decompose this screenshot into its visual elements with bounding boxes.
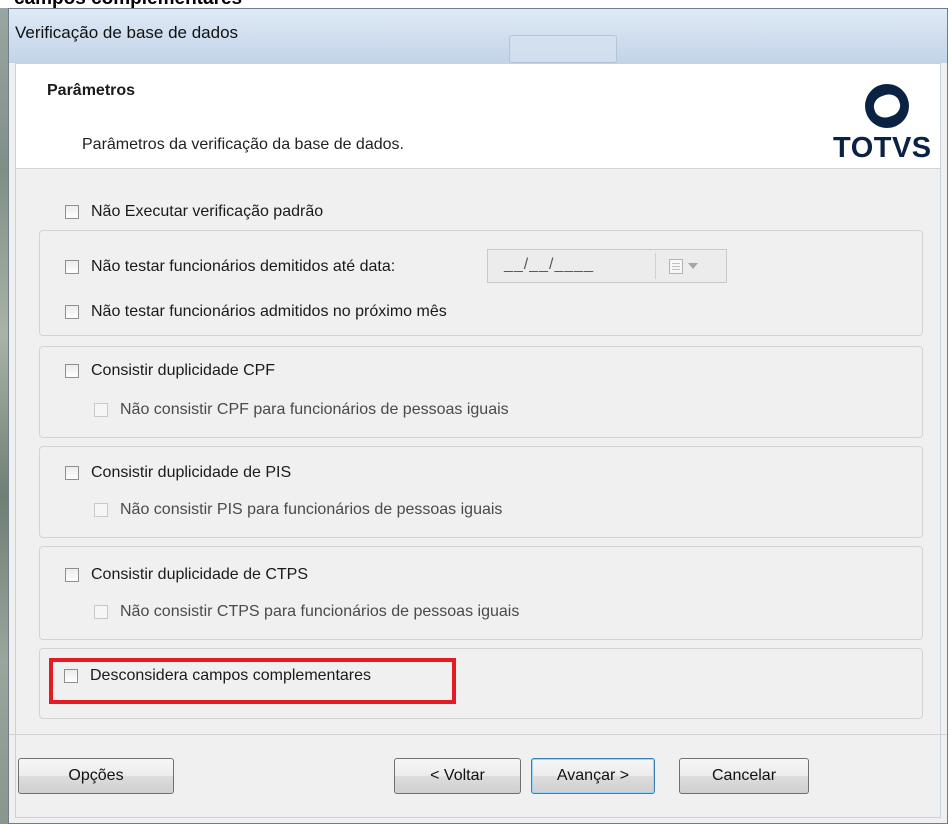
checkbox-nao-executar-verificacao-padrao[interactable]: [65, 205, 79, 219]
wizard-header: Parâmetros Parâmetros da verificação da …: [16, 64, 940, 169]
group-pis: [39, 446, 923, 538]
highlight-box: [49, 658, 456, 704]
checkbox-nao-testar-demitidos[interactable]: [65, 260, 79, 274]
option-consistir-pis[interactable]: Consistir duplicidade de PIS: [65, 464, 291, 482]
avancar-button[interactable]: Avançar >: [531, 758, 655, 794]
totvs-logo: TOTVS: [831, 84, 941, 170]
page-title: Parâmetros: [47, 82, 136, 99]
checkbox-nao-consistir-cpf[interactable]: [94, 403, 108, 417]
option-nao-executar-verificacao-padrao[interactable]: Não Executar verificação padrão: [65, 203, 323, 221]
option-nao-testar-demitidos[interactable]: Não testar funcionários demitidos até da…: [65, 258, 395, 276]
checkbox-consistir-pis[interactable]: [65, 466, 79, 480]
window-title: Verificação de base de dados: [15, 23, 239, 42]
label-nao-consistir-pis: Não consistir PIS para funcionários de p…: [120, 501, 503, 518]
option-consistir-cpf[interactable]: Consistir duplicidade CPF: [65, 362, 275, 380]
group-ctps: [39, 546, 923, 640]
label-consistir-cpf: Consistir duplicidade CPF: [91, 362, 276, 379]
checkbox-nao-consistir-pis[interactable]: [94, 503, 108, 517]
calendar-icon[interactable]: [669, 259, 683, 274]
label-consistir-pis: Consistir duplicidade de PIS: [91, 464, 292, 481]
chevron-down-icon[interactable]: [688, 263, 698, 269]
title-bar[interactable]: Verificação de base de dados: [9, 9, 947, 63]
checkbox-nao-consistir-ctps[interactable]: [94, 605, 108, 619]
page-description: Parâmetros da verificação da base de dad…: [82, 136, 404, 153]
footer-separator: [9, 734, 947, 735]
date-demitidos-field[interactable]: __/__/____: [487, 249, 727, 283]
option-nao-consistir-cpf[interactable]: Não consistir CPF para funcionários de p…: [94, 401, 509, 419]
label-nao-testar-demitidos: Não testar funcionários demitidos até da…: [91, 258, 396, 275]
label-nao-consistir-ctps: Não consistir CTPS para funcionários de …: [120, 603, 520, 620]
titlebar-background-ghost: [509, 35, 617, 63]
group-cpf: [39, 346, 923, 438]
background-left-edge: [0, 8, 8, 824]
label-consistir-ctps: Consistir duplicidade de CTPS: [91, 566, 308, 583]
wizard-client-area: Parâmetros Parâmetros da verificação da …: [15, 63, 941, 818]
cancelar-button[interactable]: Cancelar: [679, 758, 809, 794]
checkbox-nao-testar-admitidos[interactable]: [65, 305, 79, 319]
option-nao-consistir-pis[interactable]: Não consistir PIS para funcionários de p…: [94, 501, 502, 519]
option-nao-testar-admitidos[interactable]: Não testar funcionários admitidos no pró…: [65, 303, 447, 321]
wizard-dialog: Verificação de base de dados Parâmetros …: [8, 8, 948, 824]
date-field-separator: [655, 253, 656, 279]
checkbox-consistir-ctps[interactable]: [65, 568, 79, 582]
date-demitidos-value: __/__/____: [504, 256, 595, 273]
option-consistir-ctps[interactable]: Consistir duplicidade de CTPS: [65, 566, 308, 584]
opcoes-button[interactable]: Opções: [18, 758, 174, 794]
label-nao-testar-admitidos: Não testar funcionários admitidos no pró…: [91, 303, 447, 320]
totvs-logo-text: TOTVS: [833, 132, 932, 164]
label-nao-executar-verificacao-padrao: Não Executar verificação padrão: [91, 203, 324, 220]
background-strip: campos complementares: [0, 0, 952, 9]
option-nao-consistir-ctps[interactable]: Não consistir CTPS para funcionários de …: [94, 603, 519, 621]
label-nao-consistir-cpf: Não consistir CPF para funcionários de p…: [120, 401, 509, 418]
checkbox-consistir-cpf[interactable]: [65, 364, 79, 378]
totvs-logo-mark-icon: [865, 84, 909, 128]
voltar-button[interactable]: < Voltar: [394, 758, 521, 794]
